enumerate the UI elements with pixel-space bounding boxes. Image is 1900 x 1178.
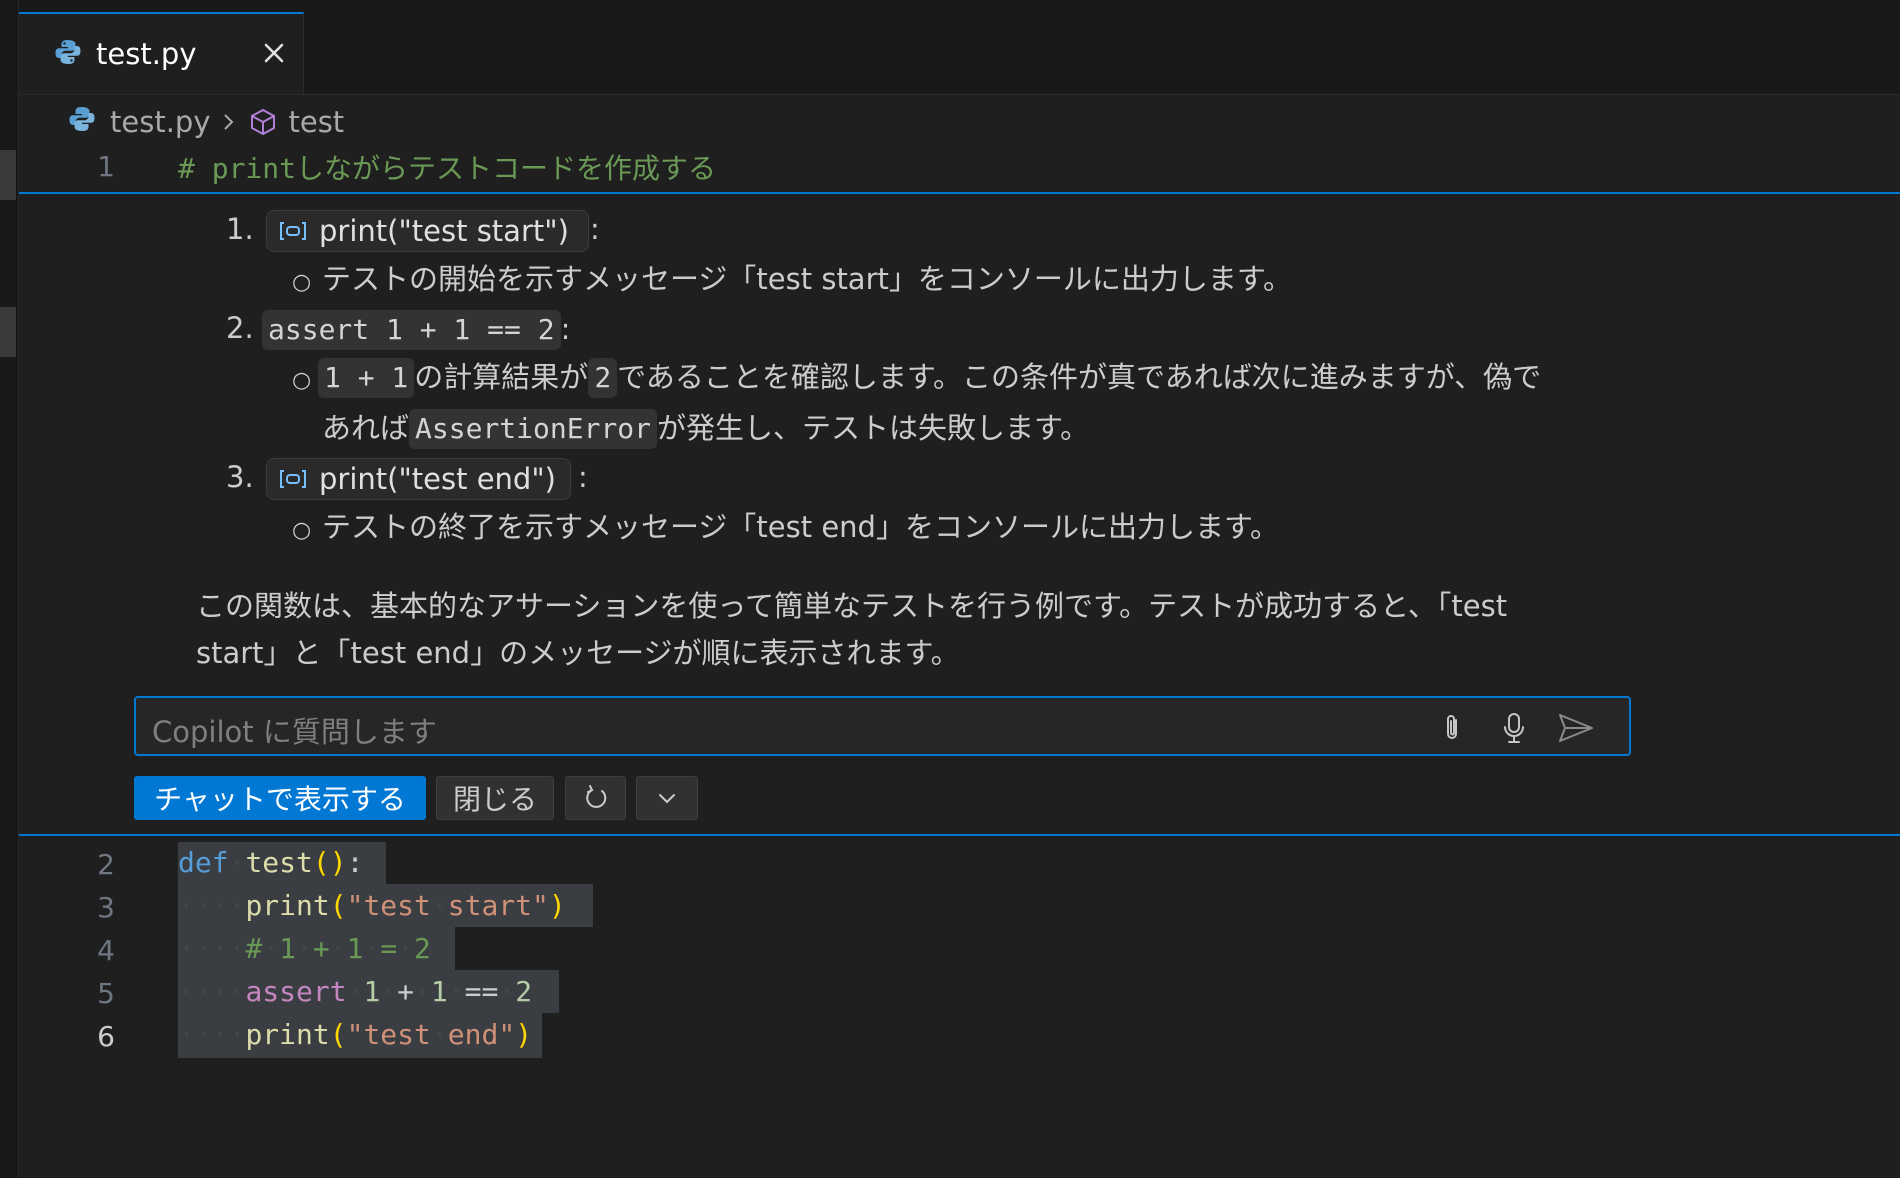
inline-code: 1 + 1 bbox=[318, 358, 415, 398]
item-description: テストの終了を示すメッセージ「test end」をコンソールに出力します。 bbox=[322, 510, 1280, 544]
symbol-reference[interactable]: print("test start") bbox=[266, 210, 589, 252]
inline-code: 2 bbox=[588, 358, 618, 398]
line-number: 3 bbox=[97, 891, 115, 924]
symbol-reference-label: print("test start") bbox=[319, 214, 569, 248]
list-number: 3. bbox=[226, 460, 254, 494]
more-actions-button[interactable] bbox=[636, 776, 698, 820]
symbol-reference-label: print("test end") bbox=[319, 462, 556, 496]
text-fragment: の計算結果が bbox=[414, 360, 589, 394]
code-line-5[interactable]: ····assert·1·+·1·==·2 bbox=[178, 971, 532, 1013]
code-line-1[interactable]: # printしながらテストコードを作成する bbox=[178, 148, 716, 190]
text-fragment: あれば bbox=[322, 411, 410, 445]
mic-icon[interactable] bbox=[1496, 710, 1532, 746]
close-button[interactable]: 閉じる bbox=[436, 776, 554, 820]
list-colon: : bbox=[578, 460, 588, 494]
item-description-line1: 1 + 1 の計算結果が 2 であることを確認します。この条件が真であれば次に進みます… bbox=[318, 353, 1541, 402]
line-number: 2 bbox=[97, 848, 115, 881]
list-colon: : bbox=[560, 312, 571, 346]
list-number: 1. bbox=[226, 212, 254, 246]
summary-line2: start」と「test end」のメッセージが順に表示されます。 bbox=[196, 636, 960, 670]
list-number: 2. bbox=[226, 311, 254, 345]
variable-icon bbox=[279, 220, 307, 242]
line-number: 5 bbox=[97, 977, 115, 1010]
python-icon bbox=[54, 38, 82, 70]
bullet: ○ bbox=[292, 368, 312, 393]
breadcrumb-file[interactable]: test.py bbox=[110, 105, 210, 139]
code-line-2[interactable]: def·test(): bbox=[178, 842, 363, 884]
refresh-icon bbox=[581, 783, 611, 813]
summary-line1: この関数は、基本的なアサーションを使って簡単なテストを行う例です。テストが成功す… bbox=[196, 589, 1508, 623]
item-description-line2: あれば AssertionError が発生し、テストは失敗します。 bbox=[322, 404, 1089, 453]
tab-label: test.py bbox=[96, 37, 197, 71]
inline-chat-top-border bbox=[19, 192, 1900, 194]
code-line-6[interactable]: ····print("test·end") bbox=[178, 1014, 532, 1056]
list-colon: : bbox=[590, 212, 600, 246]
text-fragment: であることを確認します。この条件が真であれば次に進みますが、偽で bbox=[617, 360, 1542, 394]
tab-test-py[interactable]: test.py bbox=[19, 12, 304, 94]
chevron-right-icon bbox=[220, 108, 238, 136]
close-icon[interactable] bbox=[257, 36, 291, 70]
chat-input-box[interactable]: Copilot に質問します bbox=[134, 696, 1631, 756]
show-in-chat-button[interactable]: チャットで表示する bbox=[134, 776, 426, 820]
rerun-button[interactable] bbox=[565, 776, 626, 820]
bullet: ○ bbox=[292, 270, 312, 295]
code-line-4[interactable]: ····#·1·+·1·=·2 bbox=[178, 928, 431, 970]
breadcrumb-symbol[interactable]: test bbox=[288, 105, 344, 139]
text-fragment: が発生し、テストは失敗します。 bbox=[657, 411, 1090, 445]
item-description: テストの開始を示すメッセージ「test start」をコンソールに出力します。 bbox=[322, 262, 1292, 296]
bullet: ○ bbox=[292, 518, 312, 543]
inline-chat-bottom-border bbox=[19, 834, 1900, 836]
line-number: 1 bbox=[97, 150, 115, 183]
cube-icon bbox=[248, 107, 278, 137]
symbol-reference[interactable]: print("test end") bbox=[266, 458, 571, 500]
chevron-down-icon bbox=[654, 785, 680, 811]
breadcrumb: test.py test bbox=[68, 100, 344, 144]
inline-code: assert 1 + 1 == 2 bbox=[262, 310, 561, 350]
tab-bar: test.py bbox=[19, 12, 1900, 95]
variable-icon bbox=[279, 468, 307, 490]
chat-input-placeholder: Copilot に質問します bbox=[152, 715, 437, 749]
code-snippet-line: assert 1 + 1 == 2: bbox=[262, 305, 570, 354]
paperclip-icon[interactable] bbox=[1434, 710, 1470, 746]
gutter-marker bbox=[0, 307, 16, 357]
send-icon[interactable] bbox=[1556, 710, 1593, 746]
line-number: 6 bbox=[97, 1020, 115, 1053]
line-number: 4 bbox=[97, 934, 115, 967]
code-line-3[interactable]: ····print("test·start") bbox=[178, 885, 566, 927]
inline-code: AssertionError bbox=[409, 409, 658, 449]
python-icon bbox=[68, 105, 96, 140]
